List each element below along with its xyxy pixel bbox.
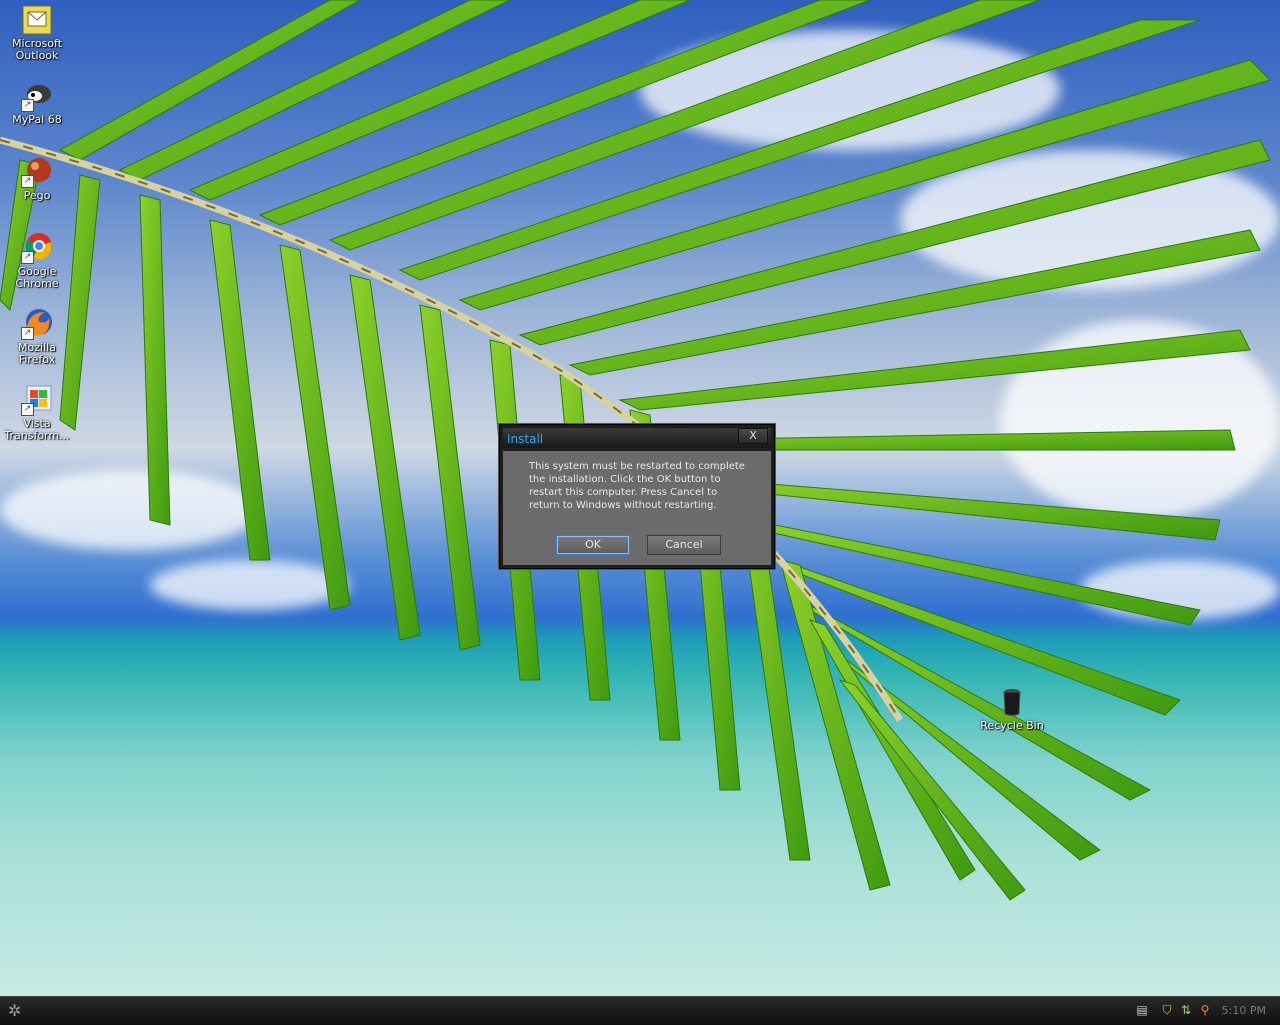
desktop-icon-vista-transformation[interactable]: ↗ Vista Transform...: [0, 384, 74, 442]
close-icon: X: [749, 429, 757, 442]
close-button[interactable]: X: [738, 428, 768, 444]
icon-label: MyPal 68: [12, 113, 62, 126]
taskbar: ✲ ▤ ⛉ ⇅ ⚲ 5:10 PM: [0, 996, 1280, 1025]
vista-transformation-icon: ↗: [21, 384, 53, 416]
desktop-icon-pego[interactable]: ↗ Pego: [0, 156, 74, 202]
dialog-message: This system must be restarted to complet…: [529, 461, 745, 511]
recycle-bin-icon: [996, 686, 1028, 718]
dialog-titlebar[interactable]: Install X: [503, 428, 771, 448]
outlook-icon: [21, 4, 53, 36]
taskbar-clock[interactable]: 5:10 PM: [1222, 1004, 1266, 1017]
mypal-icon: ↗: [21, 80, 53, 112]
search-icon[interactable]: ⚲: [1198, 1003, 1212, 1017]
start-button[interactable]: ✲: [8, 1001, 30, 1021]
icon-label: Firefox: [18, 353, 56, 366]
keyboard-icon[interactable]: ▤: [1135, 1003, 1149, 1017]
network-icon[interactable]: ⇅: [1179, 1003, 1193, 1017]
security-shield-icon[interactable]: ⛉: [1160, 1003, 1174, 1017]
dialog-body: This system must be restarted to complet…: [503, 451, 771, 565]
icon-label: Recycle Bin: [980, 719, 1044, 732]
dialog-title: Install: [507, 432, 544, 446]
desktop-icon-google-chrome[interactable]: ↗ Google Chrome: [0, 232, 74, 290]
icon-label: Chrome: [15, 277, 59, 290]
icon-label: Pego: [23, 189, 51, 202]
install-dialog: Install X This system must be restarted …: [499, 424, 775, 569]
desktop-icon-mozilla-firefox[interactable]: ↗ Mozilla Firefox: [0, 308, 74, 366]
ok-button[interactable]: OK: [556, 535, 630, 555]
chrome-icon: ↗: [21, 232, 53, 264]
desktop-icon-recycle-bin[interactable]: Recycle Bin: [975, 686, 1049, 732]
desktop-icon-microsoft-outlook[interactable]: Microsoft Outlook: [0, 4, 74, 62]
firefox-icon: ↗: [21, 308, 53, 340]
start-orb-icon: ✲: [8, 1001, 22, 1020]
desktop-icon-mypal[interactable]: ↗ MyPal 68: [0, 80, 74, 126]
cancel-button[interactable]: Cancel: [647, 535, 721, 555]
pego-icon: ↗: [21, 156, 53, 188]
icon-label: Outlook: [15, 49, 59, 62]
icon-label: Transform...: [4, 429, 70, 442]
